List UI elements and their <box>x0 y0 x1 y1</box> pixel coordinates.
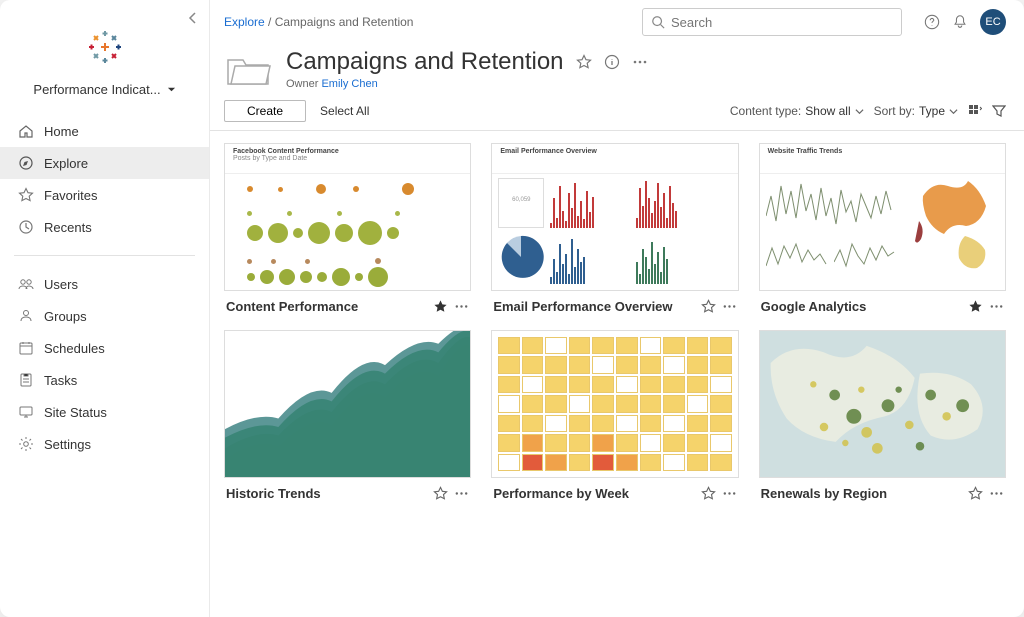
nav-tasks[interactable]: Tasks <box>0 364 209 396</box>
card-thumbnail[interactable] <box>224 330 471 478</box>
card-title[interactable]: Email Performance Overview <box>493 299 672 314</box>
create-button[interactable]: Create <box>224 100 306 122</box>
nav-schedules[interactable]: Schedules <box>0 332 209 364</box>
favorite-button[interactable] <box>433 486 448 501</box>
chevron-down-icon <box>949 107 958 116</box>
card-historic-trends: Historic Trends <box>224 330 471 501</box>
favorite-button[interactable] <box>433 299 448 314</box>
clipboard-icon <box>18 372 34 388</box>
card-title[interactable]: Content Performance <box>226 299 358 314</box>
gear-icon <box>18 436 34 452</box>
search-icon <box>651 15 665 29</box>
page-header: Campaigns and Retention Owner Emily Chen <box>210 40 1024 96</box>
owner-link[interactable]: Emily Chen <box>321 78 377 90</box>
user-avatar[interactable]: EC <box>980 9 1006 35</box>
card-thumbnail[interactable]: Website Traffic Trends <box>759 143 1006 291</box>
card-more-button[interactable] <box>454 486 469 501</box>
info-icon[interactable] <box>604 54 620 70</box>
favorite-button[interactable] <box>701 486 716 501</box>
page-title: Campaigns and Retention <box>286 48 564 76</box>
main: Explore / Campaigns and Retention EC <box>210 0 1024 617</box>
nav-separator <box>14 255 195 256</box>
topbar: Explore / Campaigns and Retention EC <box>210 0 1024 40</box>
view-mode-button[interactable] <box>968 104 982 118</box>
card-google-analytics: Website Traffic Trends <box>759 143 1006 314</box>
card-thumbnail[interactable]: Renewal Rate <box>759 330 1006 478</box>
nav-primary: Home Explore Favorites Recents <box>0 111 209 247</box>
page-more-icon[interactable] <box>632 54 648 70</box>
nav-users[interactable]: Users <box>0 268 209 300</box>
favorite-button[interactable] <box>701 299 716 314</box>
nav-home[interactable]: Home <box>0 115 209 147</box>
nav-site-status[interactable]: Site Status <box>0 396 209 428</box>
content-grid: Facebook Content PerformancePosts by Typ… <box>224 143 1006 501</box>
nav-settings[interactable]: Settings <box>0 428 209 460</box>
sidebar: Performance Indicat... Home Explore Favo… <box>0 0 210 617</box>
breadcrumb-current: Campaigns and Retention <box>275 15 414 29</box>
card-renewals-by-region: Renewal Rate <box>759 330 1006 501</box>
breadcrumb-root[interactable]: Explore <box>224 15 265 29</box>
card-title[interactable]: Performance by Week <box>493 486 629 501</box>
card-title[interactable]: Historic Trends <box>226 486 321 501</box>
sort-select[interactable]: Sort by: Type <box>874 104 958 118</box>
users-icon <box>18 276 34 292</box>
help-icon[interactable] <box>924 14 940 30</box>
site-name: Performance Indicat... <box>33 82 160 97</box>
site-picker[interactable]: Performance Indicat... <box>0 76 209 111</box>
content-type-select[interactable]: Content type: Show all <box>730 104 864 118</box>
select-all-button[interactable]: Select All <box>320 104 369 118</box>
card-thumbnail[interactable]: Email Performance Overview 60,059 <box>491 143 738 291</box>
card-performance-by-week: Performance by Week <box>491 330 738 501</box>
chevron-down-icon <box>855 107 864 116</box>
card-more-button[interactable] <box>989 299 1004 314</box>
card-more-button[interactable] <box>454 299 469 314</box>
card-content-performance: Facebook Content PerformancePosts by Typ… <box>224 143 471 314</box>
filter-button[interactable] <box>992 104 1006 118</box>
card-thumbnail[interactable] <box>491 330 738 478</box>
search-box[interactable] <box>642 8 902 36</box>
favorite-page-icon[interactable] <box>576 54 592 70</box>
app-logo <box>88 30 122 64</box>
card-more-button[interactable] <box>722 299 737 314</box>
home-icon <box>18 123 34 139</box>
nav-favorites[interactable]: Favorites <box>0 179 209 211</box>
collapse-sidebar-icon[interactable] <box>185 10 201 26</box>
card-title[interactable]: Renewals by Region <box>761 486 887 501</box>
star-icon <box>18 187 34 203</box>
owner-label: Owner <box>286 78 318 90</box>
card-more-button[interactable] <box>722 486 737 501</box>
card-title[interactable]: Google Analytics <box>761 299 867 314</box>
breadcrumb: Explore / Campaigns and Retention <box>224 15 413 29</box>
monitor-icon <box>18 404 34 420</box>
favorite-button[interactable] <box>968 299 983 314</box>
favorite-button[interactable] <box>968 486 983 501</box>
compass-icon <box>18 155 34 171</box>
nav-recents[interactable]: Recents <box>0 211 209 243</box>
search-input[interactable] <box>671 15 893 30</box>
folder-icon <box>224 50 272 90</box>
caret-down-icon <box>167 85 176 94</box>
card-thumbnail[interactable]: Facebook Content PerformancePosts by Typ… <box>224 143 471 291</box>
content-area: Facebook Content PerformancePosts by Typ… <box>210 131 1024 617</box>
notifications-icon[interactable] <box>952 14 968 30</box>
groups-icon <box>18 308 34 324</box>
card-email-performance: Email Performance Overview 60,059 Email … <box>491 143 738 314</box>
clock-icon <box>18 219 34 235</box>
nav-explore[interactable]: Explore <box>0 147 209 179</box>
calendar-icon <box>18 340 34 356</box>
nav-admin: Users Groups Schedules Tasks Site Status… <box>0 264 209 464</box>
card-more-button[interactable] <box>989 486 1004 501</box>
toolbar: Create Select All Content type: Show all… <box>210 96 1024 131</box>
nav-groups[interactable]: Groups <box>0 300 209 332</box>
